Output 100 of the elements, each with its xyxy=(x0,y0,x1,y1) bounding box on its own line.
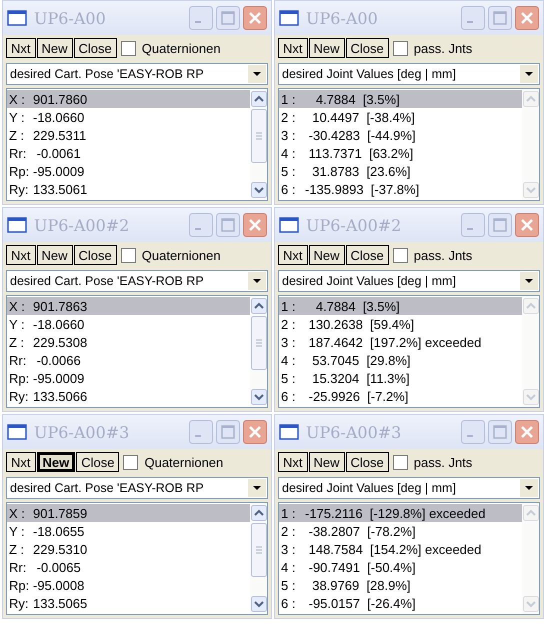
window-title: UP6-A00#2 xyxy=(34,216,130,234)
list-row[interactable]: 5 : 31.8783 [23.6%] xyxy=(279,162,522,180)
list-row[interactable]: Z : 229.5311 xyxy=(7,126,250,144)
scroll-thumb[interactable] xyxy=(250,109,266,163)
toolbar-button[interactable]: Nxt xyxy=(6,38,36,58)
list-row[interactable]: 2 : 130.2638 [59.4%] xyxy=(279,315,522,333)
list-row[interactable]: Y : -18.0660 xyxy=(7,315,250,333)
minimize-button[interactable] xyxy=(189,6,213,30)
row-value: 229.5310 xyxy=(33,542,88,556)
dropdown[interactable]: desired Cart. Pose 'EASY-ROB RP xyxy=(6,477,268,499)
list-row[interactable]: X : 901.7859 xyxy=(7,504,250,522)
scroll-thumb[interactable] xyxy=(250,316,266,370)
close-button[interactable] xyxy=(243,420,267,444)
list-row[interactable]: Ry: 133.5065 xyxy=(7,594,250,612)
row-value: -38.2807 [-78.2%] xyxy=(308,524,416,538)
list-row[interactable]: 4 : 53.7045 [29.8%] xyxy=(279,351,522,369)
list-row[interactable]: 2 : 10.4497 [-38.4%] xyxy=(279,108,522,126)
dropdown[interactable]: desired Cart. Pose 'EASY-ROB RP xyxy=(6,63,268,85)
maximize-button[interactable] xyxy=(488,213,512,237)
maximize-button[interactable] xyxy=(488,420,512,444)
close-button[interactable] xyxy=(515,6,539,30)
list-row[interactable]: 4 : 113.7371 [63.2%] xyxy=(279,144,522,162)
toolbar-button[interactable]: Close xyxy=(346,38,389,58)
list-row[interactable]: Rp: -95.0009 xyxy=(7,369,250,387)
list-row[interactable]: X : 901.7860 xyxy=(7,90,250,108)
scroll-down-button[interactable] xyxy=(250,182,266,198)
list-row[interactable]: Y : -18.0655 xyxy=(7,522,250,540)
checkbox[interactable] xyxy=(392,454,408,470)
toolbar-button[interactable]: Close xyxy=(346,452,389,472)
scrollbar[interactable] xyxy=(250,89,267,200)
list-row[interactable]: 3 : 187.4642 [197.2%] exceeded xyxy=(279,333,522,351)
row-label: 5 : xyxy=(281,164,296,178)
maximize-button[interactable] xyxy=(216,213,240,237)
list-row[interactable]: Rr: -0.0061 xyxy=(7,144,250,162)
list-row[interactable]: X : 901.7863 xyxy=(7,297,250,315)
list-row[interactable]: Rr: -0.0066 xyxy=(7,351,250,369)
toolbar-button[interactable]: New xyxy=(36,38,73,58)
close-button[interactable] xyxy=(243,6,267,30)
toolbar-button[interactable]: Nxt xyxy=(6,245,36,265)
toolbar-button[interactable]: Close xyxy=(346,245,389,265)
scrollbar[interactable] xyxy=(250,503,267,614)
list-row[interactable]: 5 : 38.9769 [28.9%] xyxy=(279,576,522,594)
list-row[interactable]: 6 : -135.9893 [-37.8%] xyxy=(279,180,522,198)
scroll-up-button[interactable] xyxy=(250,298,266,314)
list-row[interactable]: 4 : -90.7491 [-50.4%] xyxy=(279,558,522,576)
toolbar-button[interactable]: Close xyxy=(74,245,117,265)
toolbar-button[interactable]: New xyxy=(36,245,73,265)
list-row[interactable]: 1 : 4.7884 [3.5%] xyxy=(279,297,522,315)
minimize-button[interactable] xyxy=(189,420,213,444)
list-row[interactable]: Rr: -0.0065 xyxy=(7,558,250,576)
toolbar-button[interactable]: New xyxy=(308,245,345,265)
dropdown[interactable]: desired Joint Values [deg | mm] xyxy=(278,477,540,499)
checkbox[interactable] xyxy=(392,40,408,56)
toolbar-button[interactable]: Nxt xyxy=(278,452,308,472)
close-button[interactable] xyxy=(515,213,539,237)
dropdown[interactable]: desired Cart. Pose 'EASY-ROB RP xyxy=(6,270,268,292)
close-button[interactable] xyxy=(243,213,267,237)
list-row[interactable]: Z : 229.5308 xyxy=(7,333,250,351)
list-row[interactable]: Rp: -95.0009 xyxy=(7,162,250,180)
checkbox[interactable] xyxy=(120,40,136,56)
list-row[interactable]: 2 : -38.2807 [-78.2%] xyxy=(279,522,522,540)
toolbar-button[interactable]: Nxt xyxy=(6,452,36,472)
minimize-button[interactable] xyxy=(461,6,485,30)
list-row[interactable]: Ry: 133.5066 xyxy=(7,387,250,405)
list-row[interactable]: 6 : -25.9926 [-7.2%] xyxy=(279,387,522,405)
toolbar-button[interactable]: New xyxy=(308,452,345,472)
list-row[interactable]: 6 : -95.0157 [-26.4%] xyxy=(279,594,522,612)
list-row[interactable]: Ry: 133.5061 xyxy=(7,180,250,198)
scroll-up-button[interactable] xyxy=(250,505,266,521)
scroll-up-button[interactable] xyxy=(250,91,266,107)
toolbar-button[interactable]: Close xyxy=(76,452,120,472)
list-row[interactable]: 3 : -30.4283 [-44.9%] xyxy=(279,126,522,144)
maximize-button[interactable] xyxy=(216,420,240,444)
toolbar-button[interactable]: Nxt xyxy=(278,245,308,265)
scrollbar[interactable] xyxy=(250,296,267,407)
list-row[interactable]: Z : 229.5310 xyxy=(7,540,250,558)
toolbar-button[interactable]: New xyxy=(36,452,76,472)
minimize-button[interactable] xyxy=(189,213,213,237)
maximize-button[interactable] xyxy=(488,6,512,30)
list-row[interactable]: 3 : 148.7584 [154.2%] exceeded xyxy=(279,540,522,558)
maximize-button[interactable] xyxy=(216,6,240,30)
minimize-button[interactable] xyxy=(461,213,485,237)
checkbox[interactable] xyxy=(123,454,138,470)
checkbox[interactable] xyxy=(120,248,136,262)
dropdown[interactable]: desired Joint Values [deg | mm] xyxy=(278,270,540,292)
list-row[interactable]: 1 : 4.7884 [3.5%] xyxy=(279,90,522,108)
list-row[interactable]: 1 : -175.2116 [-129.8%] exceeded xyxy=(279,504,522,522)
scroll-down-button[interactable] xyxy=(250,389,266,405)
list-row[interactable]: Rp: -95.0008 xyxy=(7,576,250,594)
dropdown[interactable]: desired Joint Values [deg | mm] xyxy=(278,63,540,85)
toolbar-button[interactable]: Close xyxy=(74,38,117,58)
toolbar-button[interactable]: Nxt xyxy=(278,38,308,58)
minimize-button[interactable] xyxy=(461,420,485,444)
scroll-down-button[interactable] xyxy=(250,596,266,612)
list-row[interactable]: 5 : 15.3204 [11.3%] xyxy=(279,369,522,387)
close-button[interactable] xyxy=(515,420,539,444)
checkbox[interactable] xyxy=(392,248,408,262)
scroll-thumb[interactable] xyxy=(250,523,266,577)
toolbar-button[interactable]: New xyxy=(308,38,345,58)
list-row[interactable]: Y : -18.0660 xyxy=(7,108,250,126)
